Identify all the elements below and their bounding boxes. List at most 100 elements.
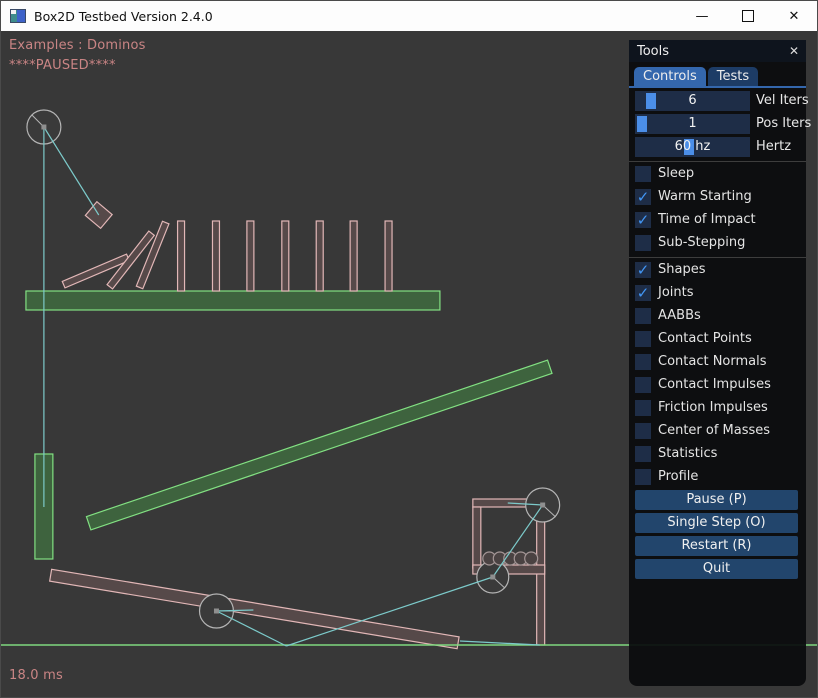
dynamic-body <box>473 507 481 568</box>
tab-underline <box>629 86 806 88</box>
tools-close-icon[interactable]: ✕ <box>789 44 799 58</box>
slider-value-hertz: 60 hz <box>635 137 750 157</box>
dynamic-body <box>212 221 219 291</box>
checkbox-row-friction-impulses: Friction Impulses <box>629 400 806 418</box>
checkbox-time-of-impact[interactable]: ✓ <box>635 212 651 228</box>
slider-label-pos-iters: Pos Iters <box>756 114 811 134</box>
checkbox-sub-stepping[interactable] <box>635 235 651 251</box>
checkbox-label-joints: Joints <box>658 285 694 301</box>
checkbox-contact-impulses[interactable] <box>635 377 651 393</box>
check-icon: ✓ <box>637 213 650 227</box>
maximize-button[interactable] <box>725 1 771 31</box>
checkbox-label-warm-starting: Warm Starting <box>658 189 752 205</box>
anchor-marker <box>41 125 46 130</box>
button-single-step-o[interactable]: Single Step (O) <box>635 513 798 533</box>
close-icon: ✕ <box>789 9 800 24</box>
anchor-marker <box>214 609 219 614</box>
slider-row-pos-iters: 1Pos Iters <box>629 114 806 134</box>
tab-controls[interactable]: Controls <box>634 67 706 88</box>
checkbox-label-profile: Profile <box>658 469 698 485</box>
checkbox-row-sleep: Sleep <box>629 166 806 184</box>
checkbox-label-sleep: Sleep <box>658 166 694 182</box>
slider-row-vel-iters: 6 Vel Iters <box>629 91 806 111</box>
checkbox-label-friction-impulses: Friction Impulses <box>658 400 768 416</box>
checkbox-aabbs[interactable] <box>635 308 651 324</box>
dynamic-body <box>316 221 323 291</box>
checkbox-label-center-of-masses: Center of Masses <box>658 423 770 439</box>
slider-label-vel-iters: Vel Iters <box>756 91 809 111</box>
dynamic-body <box>385 221 392 291</box>
frame-time-label: 18.0 ms <box>9 668 63 683</box>
tools-panel-titlebar[interactable]: Tools ✕ <box>629 40 806 62</box>
checkbox-row-center-of-masses: Center of Masses <box>629 423 806 441</box>
slider-row-hertz: 60 hz Hertz <box>629 137 806 157</box>
checkbox-shapes[interactable]: ✓ <box>635 262 651 278</box>
checkbox-label-sub-stepping: Sub-Stepping <box>658 235 745 251</box>
checkbox-row-aabbs: AABBs <box>629 308 806 326</box>
checkbox-row-shapes: ✓ Shapes <box>629 262 806 280</box>
dynamic-body <box>282 221 289 291</box>
simulation-canvas[interactable]: Examples : Dominos ****PAUSED**** 18.0 m… <box>1 31 817 697</box>
app-window: Box2D Testbed Version 2.4.0 — ✕ Examples… <box>0 0 818 698</box>
joint-line <box>44 127 99 215</box>
tab-bar: ControlsTests <box>634 67 806 88</box>
checkbox-statistics[interactable] <box>635 446 651 462</box>
checkbox-center-of-masses[interactable] <box>635 423 651 439</box>
anchor-marker <box>540 503 545 508</box>
slider-hertz[interactable]: 60 hz <box>635 137 750 157</box>
tools-panel: Tools ✕ ControlsTests 6 Vel Iters 1Pos Ite… <box>629 40 806 686</box>
check-icon: ✓ <box>637 190 650 204</box>
separator <box>629 161 806 162</box>
checkbox-warm-starting[interactable]: ✓ <box>635 189 651 205</box>
checkbox-joints[interactable]: ✓ <box>635 285 651 301</box>
app-icon <box>10 9 26 23</box>
dynamic-body <box>350 221 357 291</box>
ball-body <box>525 552 538 565</box>
checkbox-row-contact-normals: Contact Normals <box>629 354 806 372</box>
dynamic-body <box>537 507 545 645</box>
button-restart-r[interactable]: Restart (R) <box>635 536 798 556</box>
checkbox-profile[interactable] <box>635 469 651 485</box>
checkbox-row-statistics: Statistics <box>629 446 806 464</box>
static-body <box>26 291 440 310</box>
checkbox-row-contact-points: Contact Points <box>629 331 806 349</box>
checkbox-label-contact-points: Contact Points <box>658 331 752 347</box>
dynamic-body <box>178 221 185 291</box>
checkbox-friction-impulses[interactable] <box>635 400 651 416</box>
checkbox-row-profile: Profile <box>629 469 806 487</box>
window-controls: — ✕ <box>679 1 817 31</box>
slider-value-pos-iters: 1 <box>635 114 750 134</box>
button-pause-p[interactable]: Pause (P) <box>635 490 798 510</box>
checkbox-row-joints: ✓ Joints <box>629 285 806 303</box>
slider-value-vel-iters: 6 <box>635 91 750 111</box>
slider-label-hertz: Hertz <box>756 137 791 157</box>
checkbox-contact-points[interactable] <box>635 331 651 347</box>
checkbox-label-statistics: Statistics <box>658 446 717 462</box>
minimize-icon: — <box>696 9 709 24</box>
checkbox-label-shapes: Shapes <box>658 262 705 278</box>
window-title: Box2D Testbed Version 2.4.0 <box>34 9 213 24</box>
slider-vel-iters[interactable]: 6 <box>635 91 750 111</box>
checkbox-label-time-of-impact: Time of Impact <box>658 212 756 228</box>
tools-panel-title: Tools <box>637 44 669 59</box>
checkbox-label-contact-normals: Contact Normals <box>658 354 767 370</box>
separator <box>629 257 806 258</box>
anchor-marker <box>490 575 495 580</box>
tab-tests[interactable]: Tests <box>708 67 758 88</box>
button-quit[interactable]: Quit <box>635 559 798 579</box>
checkbox-sleep[interactable] <box>635 166 651 182</box>
check-icon: ✓ <box>637 286 650 300</box>
dynamic-body <box>136 221 169 289</box>
maximize-icon <box>742 10 754 22</box>
checkbox-row-warm-starting: ✓ Warm Starting <box>629 189 806 207</box>
checkbox-contact-normals[interactable] <box>635 354 651 370</box>
checkbox-row-contact-impulses: Contact Impulses <box>629 377 806 395</box>
paused-label: ****PAUSED**** <box>9 58 116 73</box>
minimize-button[interactable]: — <box>679 1 725 31</box>
os-titlebar: Box2D Testbed Version 2.4.0 — ✕ <box>1 1 817 31</box>
dynamic-body <box>247 221 254 291</box>
checkbox-row-sub-stepping: Sub-Stepping <box>629 235 806 253</box>
slider-pos-iters[interactable]: 1 <box>635 114 750 134</box>
checkbox-row-time-of-impact: ✓ Time of Impact <box>629 212 806 230</box>
close-button[interactable]: ✕ <box>771 1 817 31</box>
